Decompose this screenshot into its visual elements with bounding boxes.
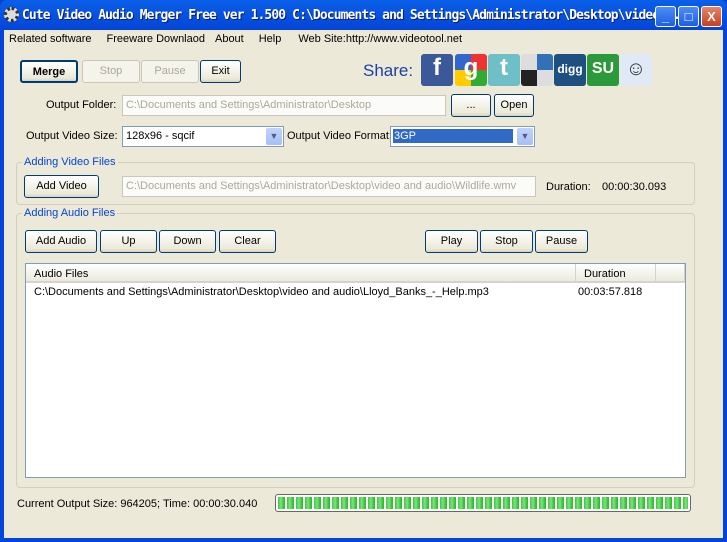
maximize-button[interactable]: □ bbox=[678, 6, 699, 27]
output-size-select[interactable]: 128x96 - sqcif ▼ bbox=[122, 126, 284, 147]
audio-stop-button[interactable]: Stop bbox=[480, 230, 533, 253]
play-button[interactable]: Play bbox=[425, 230, 478, 253]
reddit-icon[interactable]: ☺ bbox=[620, 54, 652, 86]
table-row[interactable]: C:\Documents and Settings\Administrator\… bbox=[26, 285, 685, 301]
output-format-value: 3GP bbox=[393, 129, 513, 143]
twitter-icon[interactable]: t bbox=[488, 54, 520, 86]
output-format-label: Output Video Format: bbox=[287, 130, 392, 142]
open-button[interactable]: Open bbox=[494, 94, 534, 117]
browse-button[interactable]: ... bbox=[451, 94, 491, 117]
video-path-field[interactable]: C:\Documents and Settings\Administrator\… bbox=[122, 176, 536, 197]
column-audio-files[interactable]: Audio Files bbox=[26, 264, 576, 283]
stop-button[interactable]: Stop bbox=[82, 60, 140, 83]
menu-freeware-download[interactable]: Freeware Downlaod bbox=[97, 30, 210, 48]
exit-button[interactable]: Exit bbox=[200, 60, 241, 83]
share-label: Share: bbox=[363, 61, 414, 80]
audio-list[interactable]: Audio Files Duration C:\Documents and Se… bbox=[25, 263, 686, 478]
app-icon bbox=[4, 7, 19, 22]
menu-website[interactable]: Web Site:http://www.videotool.net bbox=[286, 30, 467, 48]
menu-bar: Related software Freeware Downlaod About… bbox=[4, 30, 467, 48]
chevron-down-icon: ▼ bbox=[266, 128, 282, 145]
audio-pause-button[interactable]: Pause bbox=[535, 230, 588, 253]
su-text: SU bbox=[591, 60, 615, 77]
progress-fill bbox=[278, 497, 688, 509]
facebook-icon[interactable]: f bbox=[421, 54, 453, 86]
status-text: Current Output Size: 964205; Time: 00:00… bbox=[17, 498, 258, 510]
column-filler bbox=[656, 264, 685, 283]
digg-text: digg bbox=[557, 62, 583, 76]
video-duration-value: 00:00:30.093 bbox=[602, 181, 667, 193]
audio-group-title: Adding Audio Files bbox=[22, 207, 118, 219]
delicious-icon[interactable] bbox=[521, 54, 553, 86]
output-folder-label: Output Folder: bbox=[46, 99, 117, 111]
output-format-select[interactable]: 3GP ▼ bbox=[390, 126, 535, 147]
video-group-title: Adding Video Files bbox=[22, 156, 118, 168]
column-duration[interactable]: Duration bbox=[576, 264, 656, 283]
output-size-label: Output Video Size: bbox=[26, 130, 118, 142]
google-icon[interactable]: g bbox=[455, 54, 487, 86]
clear-button[interactable]: Clear bbox=[219, 230, 276, 253]
audio-file-cell: C:\Documents and Settings\Administrator\… bbox=[34, 286, 489, 298]
minimize-button[interactable]: _ bbox=[655, 6, 676, 27]
video-duration-label: Duration: bbox=[546, 181, 591, 193]
digg-icon[interactable]: digg bbox=[554, 54, 586, 86]
chevron-down-icon: ▼ bbox=[517, 128, 533, 145]
progress-bar bbox=[275, 494, 691, 512]
window-title: Cute Video Audio Merger Free ver 1.500 C… bbox=[22, 8, 681, 23]
menu-help[interactable]: Help bbox=[249, 30, 287, 48]
output-size-value: 128x96 - sqcif bbox=[126, 130, 195, 142]
output-folder-field[interactable]: C:\Documents and Settings\Administrator\… bbox=[122, 95, 446, 116]
close-button[interactable]: X bbox=[701, 6, 722, 27]
add-video-button[interactable]: Add Video bbox=[24, 175, 99, 198]
stumbleupon-icon[interactable]: SU bbox=[587, 54, 619, 86]
client-area: Related software Freeware Downlaod About… bbox=[4, 30, 723, 538]
merge-button[interactable]: Merge bbox=[20, 60, 78, 83]
add-audio-button[interactable]: Add Audio bbox=[25, 230, 97, 253]
app-window: Cute Video Audio Merger Free ver 1.500 C… bbox=[0, 0, 727, 542]
down-button[interactable]: Down bbox=[159, 230, 216, 253]
menu-related-software[interactable]: Related software bbox=[4, 30, 97, 48]
audio-duration-cell: 00:03:57.818 bbox=[578, 286, 643, 298]
pause-button[interactable]: Pause bbox=[141, 60, 199, 83]
up-button[interactable]: Up bbox=[100, 230, 157, 253]
menu-about[interactable]: About bbox=[210, 30, 249, 48]
